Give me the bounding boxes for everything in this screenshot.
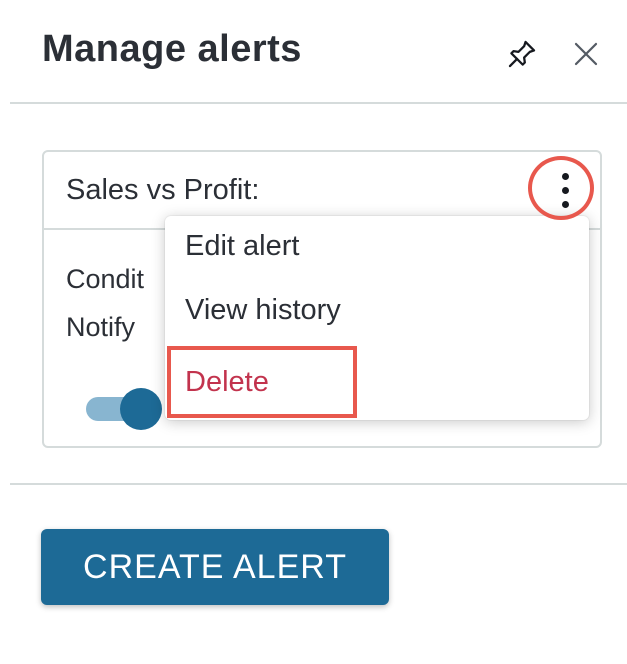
notify-label: Notify bbox=[66, 312, 136, 342]
header-divider bbox=[10, 102, 627, 104]
pin-icon[interactable] bbox=[502, 34, 542, 74]
more-options-icon[interactable] bbox=[530, 160, 600, 220]
condition-label: Condit bbox=[66, 264, 145, 294]
alert-toggle[interactable] bbox=[86, 388, 166, 430]
page-title: Manage alerts bbox=[42, 28, 302, 70]
manage-alerts-panel: Manage alerts Sales vs Profit: Condit No… bbox=[0, 0, 627, 664]
close-icon[interactable] bbox=[566, 34, 606, 74]
alert-card-title: Sales vs Profit: bbox=[66, 174, 260, 206]
menu-item-delete[interactable]: Delete bbox=[185, 366, 269, 399]
alert-actions-menu: Edit alert View history Delete bbox=[165, 216, 589, 420]
menu-item-edit-alert[interactable]: Edit alert bbox=[185, 230, 299, 263]
footer-divider bbox=[10, 483, 627, 485]
menu-item-view-history[interactable]: View history bbox=[185, 294, 341, 327]
create-alert-button[interactable]: CREATE ALERT bbox=[41, 529, 389, 605]
toggle-knob bbox=[120, 388, 162, 430]
